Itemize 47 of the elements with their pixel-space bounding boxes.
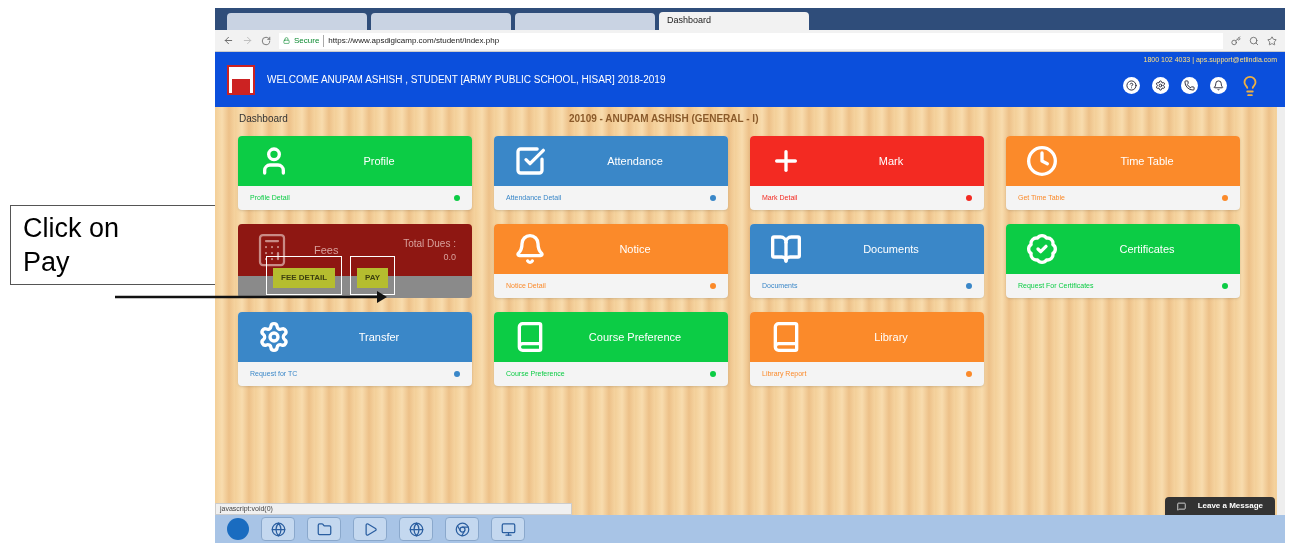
url-field[interactable]: Secure https://www.apsdigicamp.com/student/index.php (279, 32, 1223, 49)
bell-icon (514, 233, 546, 265)
chrome-icon[interactable] (445, 517, 479, 541)
phone-icon[interactable] (1181, 77, 1198, 94)
dues-value: 0.0 (443, 250, 456, 264)
card-title: Course Preference (587, 329, 683, 345)
student-title: 20109 - ANUPAM ASHISH (GENERAL - I) (569, 111, 759, 126)
reload-icon[interactable] (261, 35, 271, 46)
monitor-icon[interactable] (491, 517, 525, 541)
badge-icon (1026, 233, 1058, 265)
chat-icon (1176, 501, 1186, 511)
key-icon[interactable] (1231, 35, 1241, 46)
leave-message-button[interactable]: Leave a Message (1164, 497, 1275, 515)
search-icon[interactable] (1249, 35, 1259, 46)
card-title: Attendance (606, 153, 664, 169)
card-title: Fees (314, 242, 339, 258)
back-icon[interactable] (223, 35, 234, 46)
breadcrumb-text: Dashboard (239, 111, 289, 126)
fee-action-button[interactable]: PAY (357, 268, 389, 288)
start-icon[interactable] (227, 518, 249, 540)
folder-icon[interactable] (307, 517, 341, 541)
welcome-text: WELCOME ANUPAM ASHISH , STUDENT [ARMY PUBLIC SCHOOL, HISAR] 2018-2019 (267, 73, 666, 87)
card-title: Time Table (1119, 153, 1175, 169)
globe-icon[interactable] (399, 517, 433, 541)
card-title: Certificates (1118, 241, 1176, 257)
browser-icon[interactable] (261, 517, 295, 541)
lock-icon (283, 37, 290, 44)
book-icon (770, 233, 802, 265)
card-title: Mark (877, 153, 905, 169)
card-title: Documents (862, 241, 920, 257)
checkbox-icon (514, 145, 546, 177)
clock-icon (1026, 145, 1058, 177)
gear-icon (258, 321, 290, 353)
card-title: Transfer (357, 329, 401, 345)
star-icon[interactable] (1267, 35, 1277, 46)
help-icon[interactable] (1123, 77, 1140, 94)
bell-icon[interactable] (1210, 77, 1227, 94)
browser-tab[interactable]: Dashboard (659, 12, 809, 30)
card-title: Profile (362, 153, 396, 169)
card-title: Notice (618, 241, 652, 257)
dues-label: Total Dues : (403, 236, 456, 251)
media-icon[interactable] (353, 517, 387, 541)
card-title: Library (873, 329, 909, 345)
callout-text: Click on Pay (23, 212, 121, 279)
school-logo (227, 64, 255, 95)
settings-icon[interactable] (1152, 77, 1169, 94)
fee-action-button[interactable]: FEE DETAIL (273, 268, 336, 288)
